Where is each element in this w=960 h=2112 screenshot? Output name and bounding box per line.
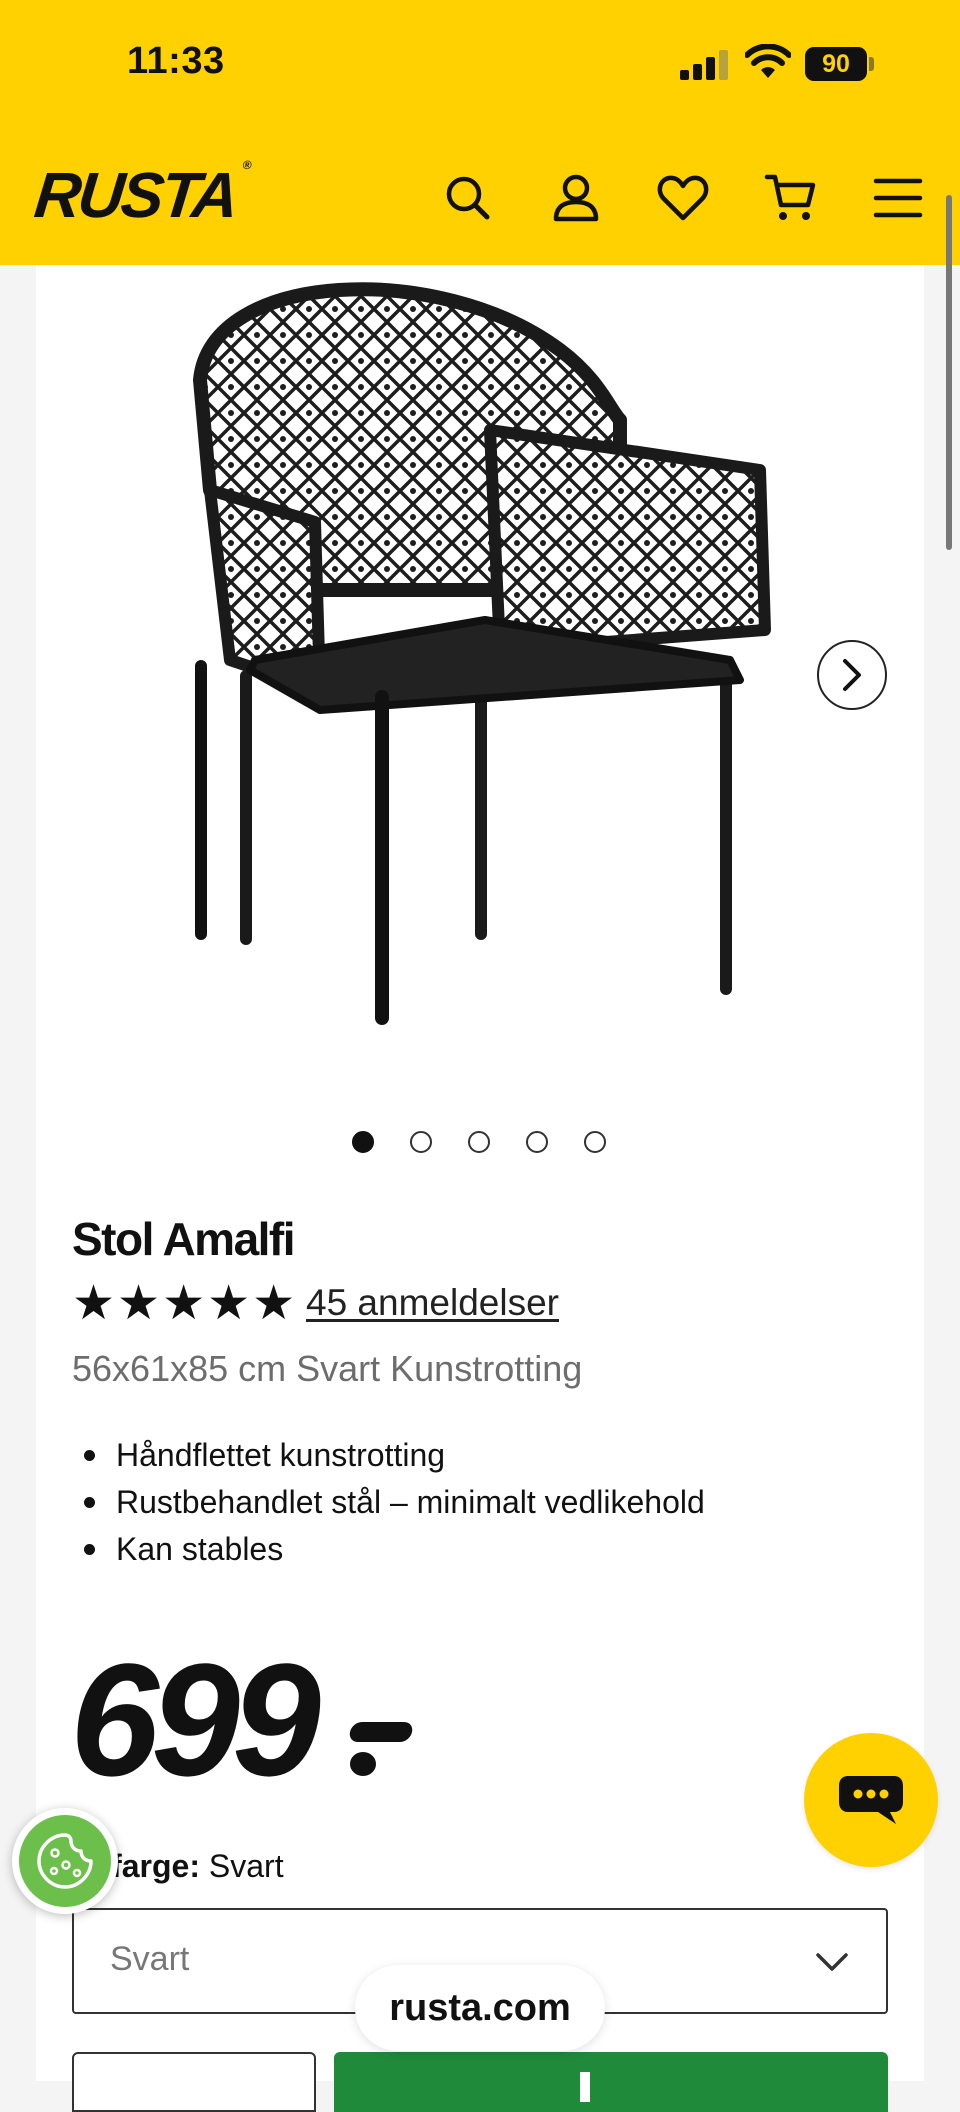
page-scrollbar[interactable] [946, 195, 952, 550]
gallery-dot[interactable] [526, 1131, 548, 1153]
battery-icon: 90 [805, 47, 867, 81]
status-bar: 11:33 90 [0, 0, 960, 130]
product-features: Håndflettet kunstrotting Rustbehandlet s… [84, 1432, 705, 1573]
registered-mark: ® [242, 158, 253, 172]
battery-tip [869, 57, 874, 71]
cellular-signal-icon [680, 50, 730, 80]
cookie-settings-button[interactable] [12, 1808, 118, 1914]
wifi-icon [745, 44, 791, 78]
rating-stars: ★ ★ ★ ★ ★ [72, 1280, 295, 1328]
gallery-dot[interactable] [584, 1131, 606, 1153]
wishlist-heart-icon[interactable] [655, 170, 711, 226]
star-icon: ★ [72, 1277, 116, 1330]
star-icon: ★ [207, 1277, 251, 1330]
product-title: Stol Amalfi [72, 1213, 296, 1265]
color-select-value: Svart [110, 1940, 190, 1978]
cookie-icon [37, 1833, 93, 1889]
gallery-dot[interactable] [468, 1131, 490, 1153]
menu-icon[interactable] [870, 170, 926, 226]
gallery-dot[interactable] [410, 1131, 432, 1153]
search-icon[interactable] [440, 170, 496, 226]
star-icon: ★ [252, 1277, 296, 1330]
cart-icon[interactable] [763, 170, 819, 226]
price-dash [347, 1722, 415, 1742]
selected-color: Svart [208, 1848, 284, 1884]
browser-url-pill[interactable]: rusta.com [355, 1965, 605, 2051]
rusta-logo[interactable]: RUSTA ® [31, 158, 252, 232]
star-icon: ★ [162, 1277, 206, 1330]
gallery-pagination [352, 1131, 606, 1153]
gallery-dot[interactable] [352, 1131, 374, 1153]
chat-bubble-icon [839, 1776, 903, 1824]
price-dot [350, 1752, 376, 1776]
status-time: 11:33 [127, 40, 225, 82]
gallery-next-button[interactable] [817, 640, 887, 710]
chat-button[interactable] [804, 1733, 938, 1867]
reviews-link[interactable]: 45 anmeldelser [306, 1282, 559, 1324]
feature-item: Håndflettet kunstrotting [84, 1432, 705, 1479]
add-to-cart-button[interactable] [334, 2052, 888, 2112]
site-header: RUSTA ® [0, 130, 960, 265]
button-icon-partial [580, 2072, 590, 2102]
logo-text: RUSTA [31, 159, 240, 231]
account-icon[interactable] [548, 170, 604, 226]
star-icon: ★ [117, 1277, 161, 1330]
feature-item: Rustbehandlet stål – minimalt vedlikehol… [84, 1479, 705, 1526]
quantity-stepper[interactable] [72, 2052, 316, 2112]
feature-item: Kan stables [84, 1526, 705, 1573]
product-subtitle: 56x61x85 cm Svart Kunstrotting [72, 1348, 583, 1389]
chevron-right-icon [843, 659, 861, 691]
product-price: 699 [70, 1630, 321, 1809]
product-image-chair[interactable] [140, 270, 800, 1100]
chevron-down-icon [816, 1953, 848, 1971]
cookie-badge [19, 1815, 111, 1907]
